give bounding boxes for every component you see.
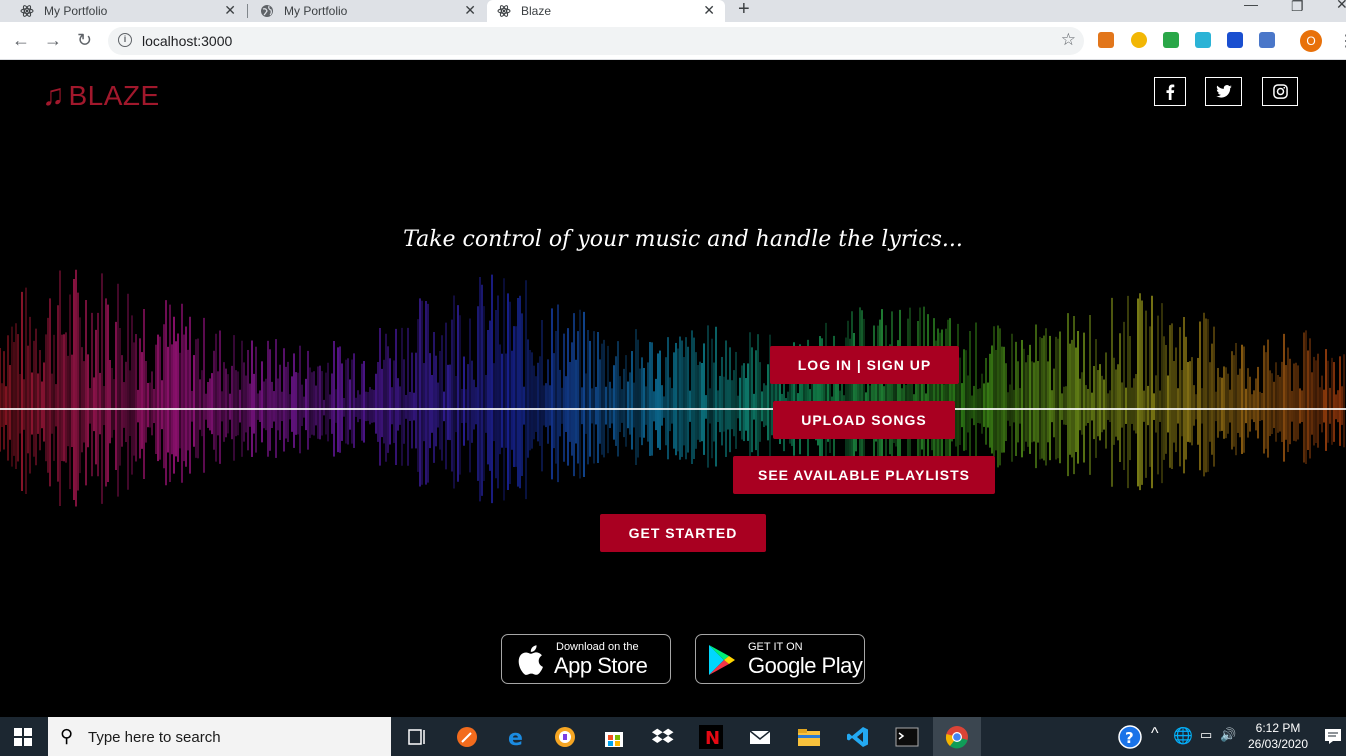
new-tab-plus-icon[interactable]: + — [738, 0, 750, 21]
see-playlists-button[interactable]: SEE AVAILABLE PLAYLISTS — [733, 456, 995, 494]
network-globe-icon[interactable]: 🌐 — [1173, 726, 1193, 746]
battery-icon[interactable]: ▭ — [1200, 727, 1212, 743]
browser-toolbar: ← → ↻ i localhost:3000 ☆ O ⋮ — [0, 22, 1346, 60]
browser-tab[interactable]: My Portfolio ✕ — [0, 0, 246, 22]
search-icon: ⚲ — [60, 726, 74, 746]
clock-time: 6:12 PM — [1255, 721, 1301, 735]
window-close-icon[interactable]: ✕ — [1336, 0, 1346, 13]
svg-text:e: e — [508, 726, 523, 749]
screenshot-extension-icon[interactable] — [1163, 32, 1179, 48]
tab-title: My Portfolio — [284, 4, 348, 18]
svg-text:N: N — [705, 728, 720, 749]
honey-extension-icon[interactable] — [1131, 32, 1147, 48]
restore-icon[interactable]: ❐ — [1291, 0, 1304, 15]
clock-date: 26/03/2020 — [1247, 737, 1309, 751]
reload-icon[interactable]: ↻ — [77, 30, 92, 51]
vscode-icon[interactable] — [846, 725, 870, 749]
browser-tab-active[interactable]: Blaze ✕ — [487, 0, 725, 22]
hero-tagline: Take control of your music and handle th… — [403, 227, 963, 252]
login-signup-button[interactable]: LOG IN | SIGN UP — [770, 346, 959, 384]
paint-app-icon[interactable] — [455, 725, 479, 749]
app-store-small-text: Download on the — [556, 641, 639, 653]
brand-logo[interactable]: ♫ BLAZE — [42, 79, 160, 113]
apple-icon — [516, 644, 544, 681]
task-view-icon[interactable] — [406, 725, 430, 749]
terminal-icon[interactable] — [895, 725, 919, 749]
brand-name: BLAZE — [68, 80, 160, 111]
bookmark-star-icon[interactable]: ☆ — [1061, 30, 1076, 50]
google-play-small-text: GET IT ON — [748, 641, 803, 653]
sound-wave-background — [0, 269, 1346, 507]
notifications-icon[interactable] — [1324, 727, 1342, 745]
close-tab-icon[interactable]: ✕ — [464, 2, 476, 19]
chrome-icon[interactable] — [945, 725, 969, 749]
svg-text:?: ? — [1125, 729, 1134, 747]
windows-start-icon[interactable] — [14, 728, 32, 746]
address-bar[interactable]: i localhost:3000 ☆ — [108, 27, 1084, 55]
taskbar-clock[interactable]: 6:12 PM 26/03/2020 — [1246, 720, 1310, 752]
menu-kebab-icon[interactable]: ⋮ — [1338, 31, 1346, 51]
react-icon — [497, 4, 511, 18]
zip-extension-icon[interactable] — [1227, 32, 1243, 48]
facebook-icon[interactable] — [1154, 77, 1186, 106]
profile-avatar[interactable]: O — [1300, 30, 1322, 52]
site-info-icon[interactable]: i — [118, 33, 132, 47]
windows-taskbar: ⚲ Type here to search e N ? ^ 🌐 ▭ 🔊 6:12… — [0, 717, 1346, 756]
google-play-badge[interactable]: GET IT ON Google Play — [695, 634, 865, 684]
forward-icon[interactable]: → — [44, 30, 62, 51]
google-play-icon — [707, 644, 737, 681]
mail-icon[interactable] — [748, 725, 772, 749]
browser-tab-strip: My Portfolio ✕ My Portfolio ✕ Blaze ✕ + … — [0, 0, 1346, 22]
taskbar-search-placeholder: Type here to search — [88, 729, 221, 746]
app-store-big-text: App Store — [554, 653, 648, 678]
taskbar-search-box[interactable]: ⚲ Type here to search — [48, 717, 391, 756]
dropbox-icon[interactable] — [651, 725, 675, 749]
netflix-icon[interactable]: N — [699, 725, 723, 749]
page-viewport: ♫ BLAZE Take control of your music and h… — [0, 61, 1346, 717]
react-icon — [20, 4, 34, 18]
tab-title: Blaze — [521, 4, 552, 18]
volume-icon[interactable]: 🔊 — [1220, 727, 1236, 743]
tab-title: My Portfolio — [44, 4, 108, 18]
instagram-icon[interactable] — [1262, 77, 1298, 106]
upload-songs-button[interactable]: UPLOAD SONGS — [773, 401, 955, 439]
twitter-icon[interactable] — [1205, 77, 1242, 106]
music-note-icon: ♫ — [42, 79, 65, 112]
edge-browser-icon[interactable]: e — [505, 725, 529, 749]
metamask-extension-icon[interactable] — [1098, 32, 1114, 48]
close-tab-icon[interactable]: ✕ — [703, 2, 715, 19]
app-store-badge[interactable]: Download on the App Store — [501, 634, 671, 684]
store-bag-icon[interactable] — [602, 725, 626, 749]
help-icon[interactable]: ? — [1118, 725, 1142, 749]
vpn-shield-icon[interactable] — [553, 725, 577, 749]
close-tab-icon[interactable]: ✕ — [224, 2, 236, 19]
get-started-button[interactable]: GET STARTED — [600, 514, 766, 552]
tray-chevron-icon[interactable]: ^ — [1151, 725, 1159, 743]
google-play-big-text: Google Play — [748, 653, 863, 678]
globe-icon — [260, 4, 274, 18]
file-explorer-icon[interactable] — [797, 725, 821, 749]
back-icon[interactable]: ← — [12, 30, 30, 51]
camera-extension-icon[interactable] — [1259, 32, 1275, 48]
url-text: localhost:3000 — [142, 33, 233, 49]
tool-extension-icon[interactable] — [1195, 32, 1211, 48]
minimize-icon[interactable]: — — [1244, 0, 1258, 12]
browser-tab[interactable]: My Portfolio ✕ — [240, 0, 486, 22]
wave-bars — [0, 269, 1345, 507]
